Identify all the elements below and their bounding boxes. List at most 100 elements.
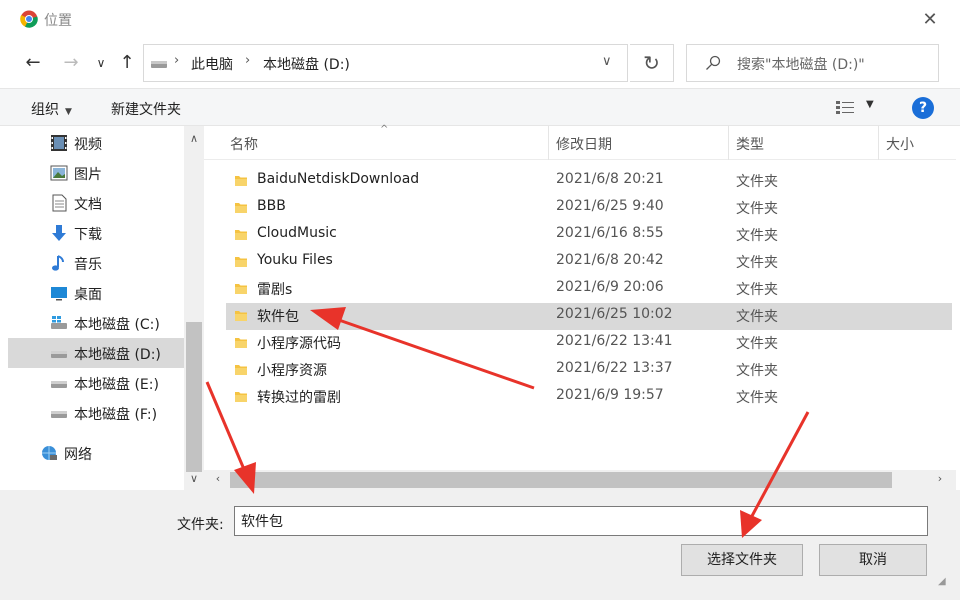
column-date[interactable]: 修改日期 <box>556 134 612 154</box>
help-icon[interactable]: ? <box>912 97 934 119</box>
navigation-pane: 视频 图片 文档 下载 音乐 桌面 本地磁盘 (C:) 本地磁盘 (D:) 本地… <box>8 126 184 490</box>
resize-grip-icon[interactable]: ◢ <box>938 576 946 587</box>
table-row[interactable]: 转换过的雷剧 2021/6/9 19:57 文件夹 <box>226 384 952 411</box>
back-button[interactable]: ← <box>20 50 46 76</box>
drive-icon <box>51 351 67 358</box>
column-size[interactable]: 大小 <box>886 134 914 154</box>
search-box[interactable]: 搜索"本地磁盘 (D:)" <box>686 44 939 82</box>
view-dropdown-icon[interactable]: ▼ <box>866 99 874 110</box>
scrollbar-thumb[interactable] <box>230 472 892 488</box>
breadcrumb-drive-d[interactable]: 本地磁盘 (D:) <box>263 54 350 74</box>
file-date: 2021/6/22 13:37 <box>556 360 673 376</box>
table-row[interactable]: Youku Files 2021/6/8 20:42 文件夹 <box>226 249 952 276</box>
nav-item-videos[interactable]: 视频 <box>8 128 184 158</box>
scroll-up-icon[interactable]: ∧ <box>186 132 202 145</box>
folder-icon <box>235 230 247 240</box>
nav-item-drive-d[interactable]: 本地磁盘 (D:) <box>8 338 184 368</box>
nav-item-music[interactable]: 音乐 <box>8 248 184 278</box>
recent-locations-button[interactable]: ∨ <box>88 50 114 76</box>
command-bar: 组织 ▼ 新建文件夹 ▼ ? <box>0 88 960 126</box>
file-name: 转换过的雷剧 <box>257 390 341 406</box>
table-row[interactable]: 小程序源代码 2021/6/22 13:41 文件夹 <box>226 330 952 357</box>
file-list: ^ 名称 修改日期 类型 大小 BaiduNetdiskDownload 2021… <box>204 124 956 490</box>
scroll-left-icon[interactable]: ‹ <box>210 472 226 485</box>
forward-button[interactable]: → <box>58 50 84 76</box>
file-date: 2021/6/9 19:57 <box>556 387 664 403</box>
folder-icon <box>235 392 247 402</box>
file-type: 文件夹 <box>736 363 778 379</box>
breadcrumb-this-pc[interactable]: 此电脑 <box>191 54 233 74</box>
address-dropdown-icon[interactable]: ∨ <box>602 54 612 69</box>
new-folder-button[interactable]: 新建文件夹 <box>111 99 181 119</box>
drive-icon <box>51 381 67 388</box>
nav-item-drive-e[interactable]: 本地磁盘 (E:) <box>8 368 184 398</box>
refresh-button[interactable]: ↻ <box>630 44 674 82</box>
table-row[interactable]: BBB 2021/6/25 9:40 文件夹 <box>226 195 952 222</box>
navigation-scrollbar[interactable]: ∧ ∨ <box>184 126 204 490</box>
dialog-footer: 文件夹: 选择文件夹 取消 ◢ <box>0 490 960 600</box>
file-type: 文件夹 <box>736 309 778 325</box>
breadcrumb-separator[interactable]: › <box>174 53 179 68</box>
folder-icon <box>235 365 247 375</box>
view-details-icon[interactable] <box>836 101 854 115</box>
folder-field-label: 文件夹: <box>177 517 224 533</box>
column-name[interactable]: 名称 <box>230 134 258 154</box>
chevron-down-icon: ∨ <box>96 56 106 70</box>
cancel-button[interactable]: 取消 <box>819 544 927 576</box>
system-drive-icon <box>51 316 67 329</box>
file-type: 文件夹 <box>736 174 778 190</box>
nav-item-documents[interactable]: 文档 <box>8 188 184 218</box>
nav-label: 文档 <box>74 197 102 213</box>
address-bar[interactable]: › 此电脑 › 本地磁盘 (D:) ∨ <box>143 44 628 82</box>
column-type[interactable]: 类型 <box>736 134 764 154</box>
folder-icon <box>235 203 247 213</box>
table-row[interactable]: 软件包 2021/6/25 10:02 文件夹 <box>226 303 952 330</box>
up-button[interactable]: ↑ <box>114 50 140 76</box>
nav-item-drive-f[interactable]: 本地磁盘 (F:) <box>8 398 184 428</box>
folder-icon <box>235 257 247 267</box>
nav-label: 本地磁盘 (E:) <box>74 377 159 393</box>
file-date: 2021/6/16 8:55 <box>556 225 664 241</box>
nav-item-downloads[interactable]: 下载 <box>8 218 184 248</box>
file-date: 2021/6/8 20:42 <box>556 252 664 268</box>
table-row[interactable]: 小程序资源 2021/6/22 13:37 文件夹 <box>226 357 952 384</box>
sort-ascending-icon: ^ <box>380 124 389 135</box>
title-bar: 位置 ✕ <box>0 0 960 38</box>
file-type: 文件夹 <box>736 336 778 352</box>
file-type: 文件夹 <box>736 201 778 217</box>
picture-icon <box>50 165 68 181</box>
nav-label: 图片 <box>74 167 102 183</box>
organize-menu[interactable]: 组织 ▼ <box>31 99 72 119</box>
arrow-right-icon: → <box>63 52 79 73</box>
nav-item-drive-c[interactable]: 本地磁盘 (C:) <box>8 308 184 338</box>
file-date: 2021/6/8 20:21 <box>556 171 664 187</box>
refresh-icon: ↻ <box>643 51 660 75</box>
nav-item-desktop[interactable]: 桌面 <box>8 278 184 308</box>
select-folder-button[interactable]: 选择文件夹 <box>681 544 803 576</box>
file-type: 文件夹 <box>736 282 778 298</box>
folder-name-input[interactable] <box>234 506 928 536</box>
file-name: CloudMusic <box>257 225 337 241</box>
arrow-up-icon: ↑ <box>119 52 135 73</box>
file-name: BaiduNetdiskDownload <box>257 171 420 187</box>
breadcrumb-separator[interactable]: › <box>245 53 250 68</box>
file-date: 2021/6/9 20:06 <box>556 279 664 295</box>
table-row[interactable]: BaiduNetdiskDownload 2021/6/8 20:21 文件夹 <box>226 168 952 195</box>
nav-label: 视频 <box>74 137 102 153</box>
close-button[interactable]: ✕ <box>918 8 942 32</box>
table-row[interactable]: CloudMusic 2021/6/16 8:55 文件夹 <box>226 222 952 249</box>
scroll-down-icon[interactable]: ∨ <box>186 472 202 485</box>
chrome-icon <box>20 10 38 28</box>
document-icon <box>52 194 67 212</box>
table-row[interactable]: 雷剧s 2021/6/9 20:06 文件夹 <box>226 276 952 303</box>
nav-label: 音乐 <box>74 257 102 273</box>
file-date: 2021/6/22 13:41 <box>556 333 673 349</box>
scrollbar-thumb[interactable] <box>186 322 202 472</box>
nav-item-network[interactable]: 网络 <box>8 438 184 468</box>
folder-icon <box>235 338 247 348</box>
drive-icon <box>51 411 67 418</box>
horizontal-scrollbar[interactable]: ‹ › <box>204 470 956 490</box>
nav-item-pictures[interactable]: 图片 <box>8 158 184 188</box>
scroll-right-icon[interactable]: › <box>932 472 948 485</box>
file-type: 文件夹 <box>736 390 778 406</box>
